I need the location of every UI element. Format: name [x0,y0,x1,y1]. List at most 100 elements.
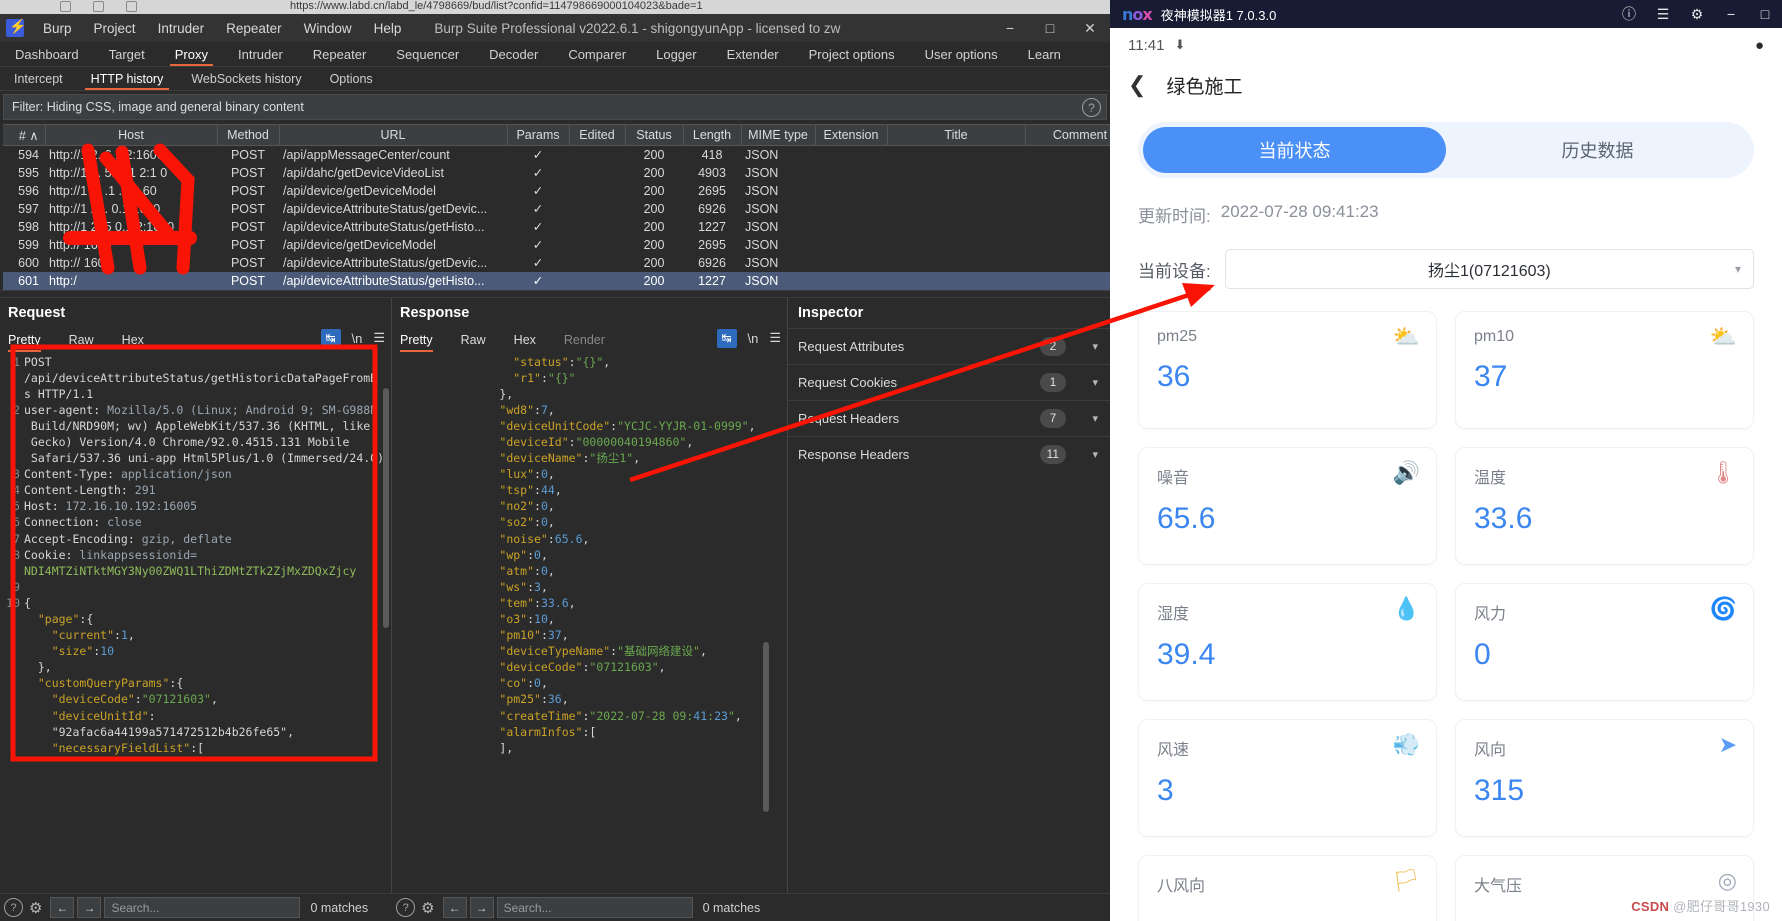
nox-title-icons[interactable]: ⓘ ☰ ⚙ − □ [1612,0,1782,28]
col-params[interactable]: Params [507,124,570,146]
col-method[interactable]: Method [217,124,280,146]
chevron-down-icon[interactable]: ▾ [1092,376,1098,389]
table-row[interactable]: 594 http://1 2. 6.1 2:1600 POST/api/appMes… [3,146,1135,164]
help-icon[interactable]: ⓘ [1612,0,1646,28]
subtab-options[interactable]: Options [316,67,387,90]
burp-menubar[interactable]: Burp Project Intruder Repeater Window He… [32,19,412,38]
response-tab-render[interactable]: Render [564,328,619,352]
chevron-down-icon[interactable]: ▾ [1092,412,1098,425]
table-row[interactable]: 596 http://1 2. .1 .1 2 60 POST/api/device… [3,182,1135,200]
tab-project-options[interactable]: Project options [794,42,910,66]
table-row[interactable]: 598 http://1 2. 5 0.1 2:1600 POST/api/devi… [3,218,1135,236]
tab-decoder[interactable]: Decoder [474,42,553,66]
wrap-lines-icon[interactable]: ↹ [716,328,737,348]
menu-item-intruder[interactable]: Intruder [147,19,216,38]
sensor-card[interactable]: 风力 🌀 0 [1455,583,1754,701]
inspector-section-row[interactable]: Response Headers 11 ▾ [788,435,1110,472]
filter-bar[interactable]: Filter: Hiding CSS, image and general bi… [3,94,1107,120]
tab-intruder[interactable]: Intruder [223,42,298,66]
hamburger-icon[interactable]: ☰ [373,330,385,346]
burp-main-tabs[interactable]: Dashboard Target Proxy Intruder Repeater… [0,42,1110,67]
response-tab-hex[interactable]: Hex [514,328,550,352]
newline-icon[interactable]: \n [352,331,363,346]
col-host[interactable]: Host [45,124,218,146]
proxy-subtabs[interactable]: Intercept HTTP history WebSockets histor… [0,67,1110,91]
sensor-card[interactable]: 温度 🌡 33.6 [1455,447,1754,565]
tab-comparer[interactable]: Comparer [553,42,641,66]
menu-item-window[interactable]: Window [293,19,363,38]
table-row[interactable]: 600 http:// 1600 POST/api/deviceAttributeS… [3,254,1135,272]
request-code-view[interactable]: 1 2 3 4 5 6 7 8 9 10 POST/api/deviceAttributeStat… [0,351,391,893]
menu-item-project[interactable]: Project [83,19,147,38]
request-tab-hex[interactable]: Hex [122,328,158,352]
back-chevron-icon[interactable]: ❮ [1128,72,1146,98]
menu-item-help[interactable]: Help [363,19,413,38]
request-scrollbar[interactable] [383,387,389,628]
tab-learn[interactable]: Learn [1013,42,1076,66]
col-extension[interactable]: Extension [815,124,888,146]
sensor-card[interactable]: pm10 ⛅ 37 [1455,311,1754,429]
response-search-prev-button[interactable]: ← [442,897,467,918]
close-button[interactable]: ✕ [1070,14,1110,42]
sensor-card[interactable]: 风向 ➤ 315 [1455,719,1754,837]
chevron-down-icon[interactable]: ▾ [1092,448,1098,461]
gear-icon[interactable]: ⚙ [1680,0,1714,28]
subtab-intercept[interactable]: Intercept [0,67,77,90]
tab-target[interactable]: Target [94,42,160,66]
tab-user-options[interactable]: User options [910,42,1013,66]
newline-icon[interactable]: \n [748,331,759,346]
col-title[interactable]: Title [887,124,1026,146]
tab-dashboard[interactable]: Dashboard [0,42,94,66]
menu-icon[interactable]: ☰ [1646,0,1680,28]
table-row[interactable]: 597 http://1 2. . 0.1 1600 POST/api/device… [3,200,1135,218]
menu-item-repeater[interactable]: Repeater [215,19,293,38]
table-row[interactable]: 595 http://1 2. 5.1 .1 2:1 0 POST/api/dahc… [3,164,1135,182]
response-tab-icons[interactable]: ↹ \n ☰ [716,328,781,348]
col-number[interactable]: # ∧ [3,124,46,146]
sensor-card[interactable]: pm25 ⛅ 36 [1138,311,1437,429]
request-search-input[interactable]: Search... [104,897,301,918]
col-url[interactable]: URL [279,124,508,146]
subtab-http-history[interactable]: HTTP history [77,67,178,90]
table-row[interactable]: 599 http:// 1600 POST/api/device/getDevice… [3,236,1135,254]
col-mime-type[interactable]: MIME type [741,124,816,146]
chevron-down-icon[interactable]: ▾ [1735,262,1741,276]
segment-history-data[interactable]: 历史数据 [1446,127,1749,173]
help-icon[interactable]: ? [4,898,23,917]
sensor-card[interactable]: 八风向 🏳 [1138,855,1437,921]
response-view-tabs[interactable]: Pretty Raw Hex Render ↹ \n ☰ [392,328,787,352]
response-tab-pretty[interactable]: Pretty [400,328,447,352]
help-icon-2[interactable]: ? [396,898,416,917]
sensor-card[interactable]: 风速 💨 3 [1138,719,1437,837]
response-search-next-button[interactable]: → [469,897,494,918]
chevron-down-icon[interactable]: ▾ [1092,340,1098,353]
request-view-tabs[interactable]: Pretty Raw Hex ↹ \n ☰ [0,328,391,352]
tab-extender[interactable]: Extender [712,42,794,66]
col-status[interactable]: Status [625,124,684,146]
request-tab-raw[interactable]: Raw [69,328,108,352]
burp-window-controls[interactable]: − □ ✕ [990,14,1110,42]
table-row[interactable]: 601 http:/ POST/api/deviceAttributeStatus… [3,271,1135,290]
subtab-websockets-history[interactable]: WebSockets history [177,67,315,90]
gear-icon[interactable]: ⚙ [29,899,42,917]
sensor-card[interactable]: 噪音 🔊 65.6 [1138,447,1437,565]
minimize-icon[interactable]: − [1714,0,1748,28]
col-length[interactable]: Length [683,124,742,146]
tab-repeater[interactable]: Repeater [298,42,381,66]
maximize-icon[interactable]: □ [1748,0,1782,28]
response-scrollbar[interactable] [763,641,769,812]
sensor-card[interactable]: 湿度 💧 39.4 [1138,583,1437,701]
tab-sequencer[interactable]: Sequencer [381,42,474,66]
col-edited[interactable]: Edited [569,124,626,146]
request-tab-icons[interactable]: ↹ \n ☰ [320,328,385,348]
search-prev-button[interactable]: ← [50,897,75,918]
maximize-button[interactable]: □ [1030,14,1070,42]
inspector-section-row[interactable]: Request Attributes 2 ▾ [788,327,1110,364]
segment-current-status[interactable]: 当前状态 [1143,127,1446,173]
hamburger-icon[interactable]: ☰ [769,330,781,346]
minimize-button[interactable]: − [990,14,1030,42]
request-tab-pretty[interactable]: Pretty [8,328,55,352]
gear-icon-2[interactable]: ⚙ [421,899,434,917]
help-icon[interactable]: ? [1082,98,1101,117]
response-tab-raw[interactable]: Raw [461,328,500,352]
